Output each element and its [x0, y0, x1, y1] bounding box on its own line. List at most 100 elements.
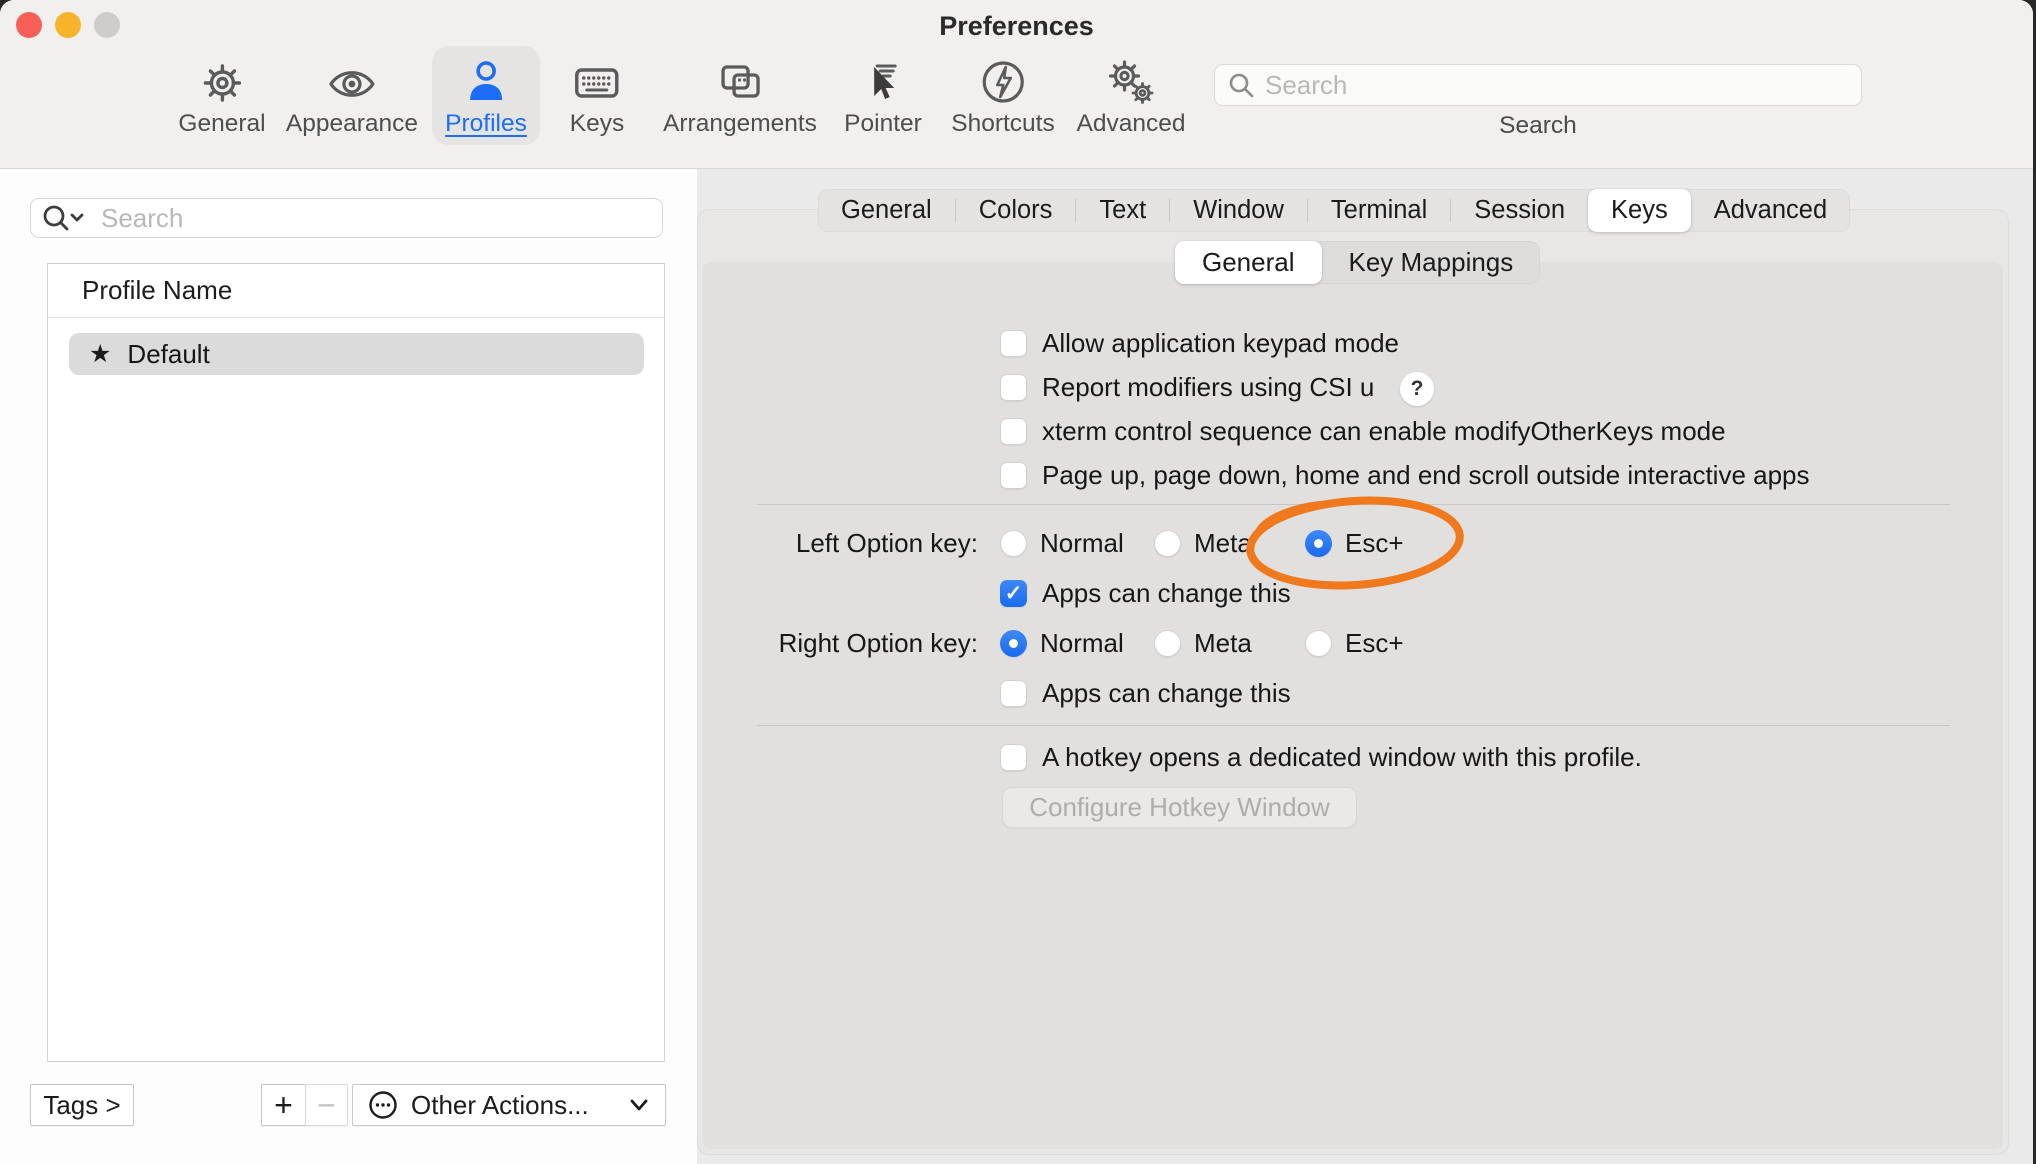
eye-icon: [326, 52, 378, 106]
right-option-esc: Esc+: [1305, 623, 1404, 663]
apps-can-change-row: ✓ Apps can change this: [1000, 573, 1291, 613]
lightning-icon: [979, 52, 1027, 106]
right-option-normal: Normal: [1000, 623, 1124, 663]
circle-ellipsis-icon: [367, 1089, 399, 1121]
checkbox-label: Report modifiers using CSI u: [1042, 372, 1374, 403]
preferences-window: Preferences General: [0, 0, 2033, 1164]
checkbox-label: A hotkey opens a dedicated window with t…: [1042, 742, 1642, 773]
profile-list-header: Profile Name: [48, 264, 664, 318]
toolbar-item-appearance[interactable]: Appearance: [273, 46, 431, 145]
tab-advanced[interactable]: Advanced: [1691, 189, 1850, 232]
checkbox-row: Report modifiers using CSI u: [1000, 367, 1374, 407]
checkbox-row: Page up, page down, home and end scroll …: [1000, 455, 1810, 495]
question-mark-icon: ?: [1411, 377, 1424, 401]
toolbar-item-shortcuts[interactable]: Shortcuts: [938, 46, 1068, 145]
minus-icon: −: [317, 1087, 336, 1124]
csi-u-checkbox[interactable]: [1000, 374, 1027, 401]
hotkey-row: A hotkey opens a dedicated window with t…: [1000, 737, 1642, 777]
apps-change-right-checkbox[interactable]: [1000, 680, 1027, 707]
plus-icon: +: [274, 1087, 293, 1124]
toolbar-item-keys[interactable]: Keys: [557, 46, 637, 145]
subtab-key-mappings[interactable]: Key Mappings: [1322, 241, 1541, 284]
checkbox-label: xterm control sequence can enable modify…: [1042, 416, 1726, 447]
person-icon: [462, 52, 510, 106]
profile-search-field[interactable]: [30, 198, 663, 238]
radio-esc[interactable]: [1305, 630, 1332, 657]
other-actions-dropdown[interactable]: Other Actions...: [352, 1084, 666, 1126]
toolbar-item-label: Pointer: [844, 109, 922, 139]
help-button[interactable]: ?: [1400, 372, 1434, 406]
toolbar-search-caption: Search: [1214, 112, 1862, 140]
windows-icon: [715, 52, 765, 106]
toolbar-item-pointer[interactable]: Pointer: [831, 46, 935, 145]
checkbox-label: Page up, page down, home and end scroll …: [1042, 460, 1810, 491]
toolbar-item-label: Shortcuts: [951, 109, 1055, 139]
configure-hotkey-window-button: Configure Hotkey Window: [1002, 787, 1357, 828]
right-option-meta: Meta: [1154, 623, 1252, 663]
toolbar-item-label: Keys: [570, 109, 624, 139]
toolbar-search-input[interactable]: [1263, 69, 1849, 102]
page-scroll-checkbox[interactable]: [1000, 462, 1027, 489]
left-option-key-label: Left Option key:: [640, 523, 978, 563]
tab-terminal[interactable]: Terminal: [1308, 189, 1450, 232]
hotkey-checkbox[interactable]: [1000, 744, 1027, 771]
tab-window[interactable]: Window: [1170, 189, 1307, 232]
toolbar-item-profiles[interactable]: Profiles: [432, 46, 540, 145]
profile-row-default[interactable]: ★ Default: [69, 333, 644, 375]
divider: [757, 725, 1950, 726]
checkbox-label: Allow application keypad mode: [1042, 328, 1399, 359]
checkbox-row: Allow application keypad mode: [1000, 323, 1399, 363]
toolbar-item-label: Advanced: [1077, 109, 1186, 139]
subtab-general[interactable]: General: [1175, 241, 1322, 284]
apps-can-change-row: Apps can change this: [1000, 673, 1291, 713]
tags-button-label: Tags >: [43, 1090, 120, 1121]
checkbox-label: Apps can change this: [1042, 678, 1291, 709]
toolbar-item-general[interactable]: General: [165, 46, 278, 145]
remove-profile-button[interactable]: −: [305, 1084, 348, 1126]
radio-meta[interactable]: [1154, 530, 1181, 557]
profile-list: Profile Name ★ Default: [47, 263, 665, 1062]
other-actions-label: Other Actions...: [411, 1090, 589, 1121]
chevron-down-icon: [627, 1097, 651, 1113]
checkmark-icon: ✓: [1005, 581, 1023, 606]
apps-change-left-checkbox[interactable]: ✓: [1000, 580, 1027, 607]
left-option-meta: Meta: [1154, 523, 1252, 563]
search-icon: [1227, 71, 1255, 99]
right-option-key-label: Right Option key:: [640, 623, 978, 663]
tab-text[interactable]: Text: [1076, 189, 1169, 232]
toolbar-search-field[interactable]: [1214, 64, 1862, 106]
profile-name: Default: [127, 339, 209, 370]
profile-tab-bar: General Colors Text Window Terminal Sess…: [818, 189, 1850, 232]
tab-colors[interactable]: Colors: [956, 189, 1076, 232]
keyboard-icon: [571, 52, 623, 106]
gear-icon: [198, 52, 246, 106]
page-title: Preferences: [0, 11, 2033, 42]
modify-other-keys-checkbox[interactable]: [1000, 418, 1027, 445]
radio-normal[interactable]: [1000, 530, 1027, 557]
search-with-menu-icon[interactable]: [41, 203, 91, 233]
tags-button[interactable]: Tags >: [30, 1084, 134, 1126]
toolbar-item-label: General: [178, 109, 265, 139]
left-option-esc: Esc+: [1305, 523, 1404, 563]
allow-keypad-checkbox[interactable]: [1000, 330, 1027, 357]
tab-session[interactable]: Session: [1451, 189, 1588, 232]
cursor-icon: [859, 52, 907, 106]
toolbar-item-label: Profiles: [445, 109, 527, 139]
profile-search-input[interactable]: [99, 202, 652, 235]
keys-subtab-bar: General Key Mappings: [1175, 241, 1540, 284]
titlebar: Preferences General: [0, 0, 2033, 169]
tab-keys[interactable]: Keys: [1588, 189, 1691, 232]
add-profile-button[interactable]: +: [261, 1084, 306, 1126]
toolbar-item-advanced[interactable]: Advanced: [1064, 46, 1199, 145]
radio-normal-selected[interactable]: [1000, 630, 1027, 657]
radio-esc-selected[interactable]: [1305, 530, 1332, 557]
toolbar-item-label: Arrangements: [663, 109, 817, 139]
left-option-normal: Normal: [1000, 523, 1124, 563]
checkbox-label: Apps can change this: [1042, 578, 1291, 609]
radio-meta[interactable]: [1154, 630, 1181, 657]
tab-general[interactable]: General: [818, 189, 955, 232]
toolbar-item-arrangements[interactable]: Arrangements: [650, 46, 830, 145]
gears-icon: [1105, 52, 1157, 106]
star-icon: ★: [89, 339, 111, 369]
checkbox-row: xterm control sequence can enable modify…: [1000, 411, 1726, 451]
